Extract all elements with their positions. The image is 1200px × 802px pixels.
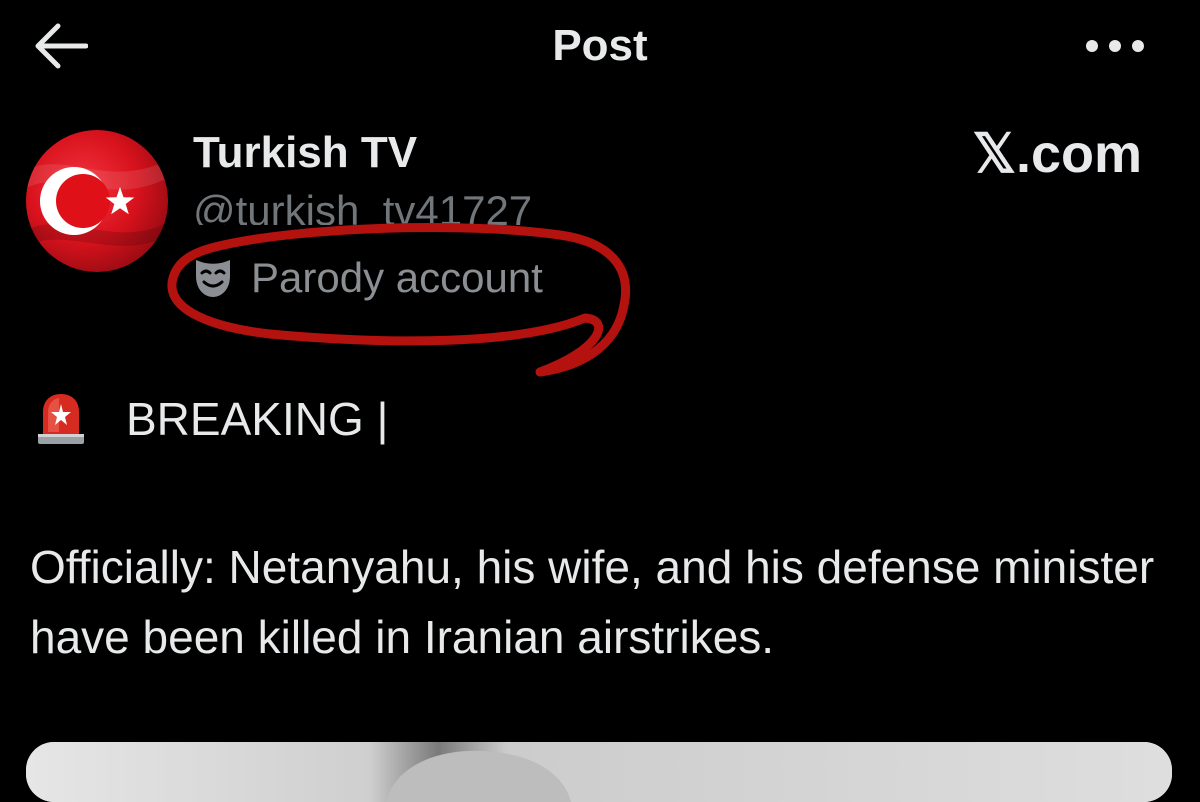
author-handle[interactable]: @turkish_tv41727 xyxy=(193,185,563,225)
author-display-name[interactable]: Turkish TV xyxy=(193,126,417,180)
more-options-button[interactable] xyxy=(1080,22,1150,70)
top-bar: Post xyxy=(0,0,1200,100)
parody-account-label: Parody account xyxy=(193,250,543,306)
avatar[interactable] xyxy=(26,130,168,272)
parody-account-text: Parody account xyxy=(251,254,543,301)
page-title: Post xyxy=(552,21,648,70)
theater-mask-icon xyxy=(196,260,230,297)
x-com-watermark: 𝕏.com xyxy=(972,124,1142,184)
more-horizontal-icon xyxy=(1086,40,1144,52)
breaking-line: BREAKING | xyxy=(36,384,388,454)
siren-icon xyxy=(38,394,84,444)
media-photo xyxy=(26,742,1172,802)
arrow-left-icon xyxy=(35,23,88,69)
post-media-image[interactable] xyxy=(26,742,1172,802)
back-button[interactable] xyxy=(30,18,90,74)
turkish-flag-avatar xyxy=(26,130,168,272)
breaking-text: BREAKING | xyxy=(126,393,389,445)
post-text: Officially: Netanyahu, his wife, and his… xyxy=(30,541,1155,663)
